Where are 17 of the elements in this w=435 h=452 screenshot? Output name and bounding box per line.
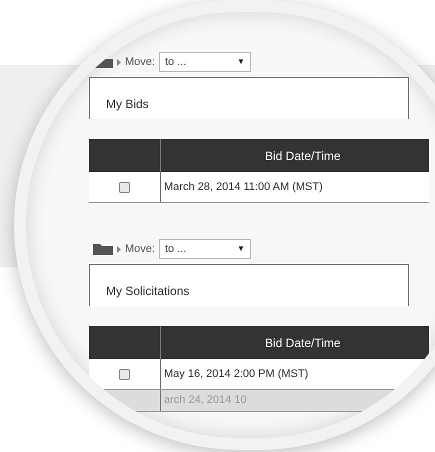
dropdown-caret-icon: ▼ — [237, 56, 245, 68]
table-cell-text: May 16, 2014 2:00 PM (MST) — [163, 366, 308, 382]
dropdown-caret-icon: ▼ — [237, 243, 245, 255]
move-label: Move: — [125, 54, 155, 70]
expand-arrow-icon[interactable] — [117, 58, 121, 66]
table-cell-text: March 28, 2014 11:00 AM (MST) — [163, 180, 323, 195]
move-label: Move: — [125, 242, 155, 257]
checkbox[interactable] — [119, 368, 130, 380]
column-header: Bid Date/Time — [264, 334, 341, 352]
checkbox[interactable] — [119, 182, 130, 192]
move-dropdown[interactable]: to ... ▼ — [158, 239, 251, 259]
panel-title: My Bids — [106, 97, 149, 111]
panel-title: My Solicitations — [106, 284, 190, 298]
column-header: Bid Date/Time — [264, 148, 341, 164]
expand-arrow-icon[interactable] — [117, 246, 121, 252]
table-cell-text: arch 24, 2014 10 — [163, 393, 247, 408]
move-dropdown[interactable]: to ... ▼ — [158, 52, 251, 72]
